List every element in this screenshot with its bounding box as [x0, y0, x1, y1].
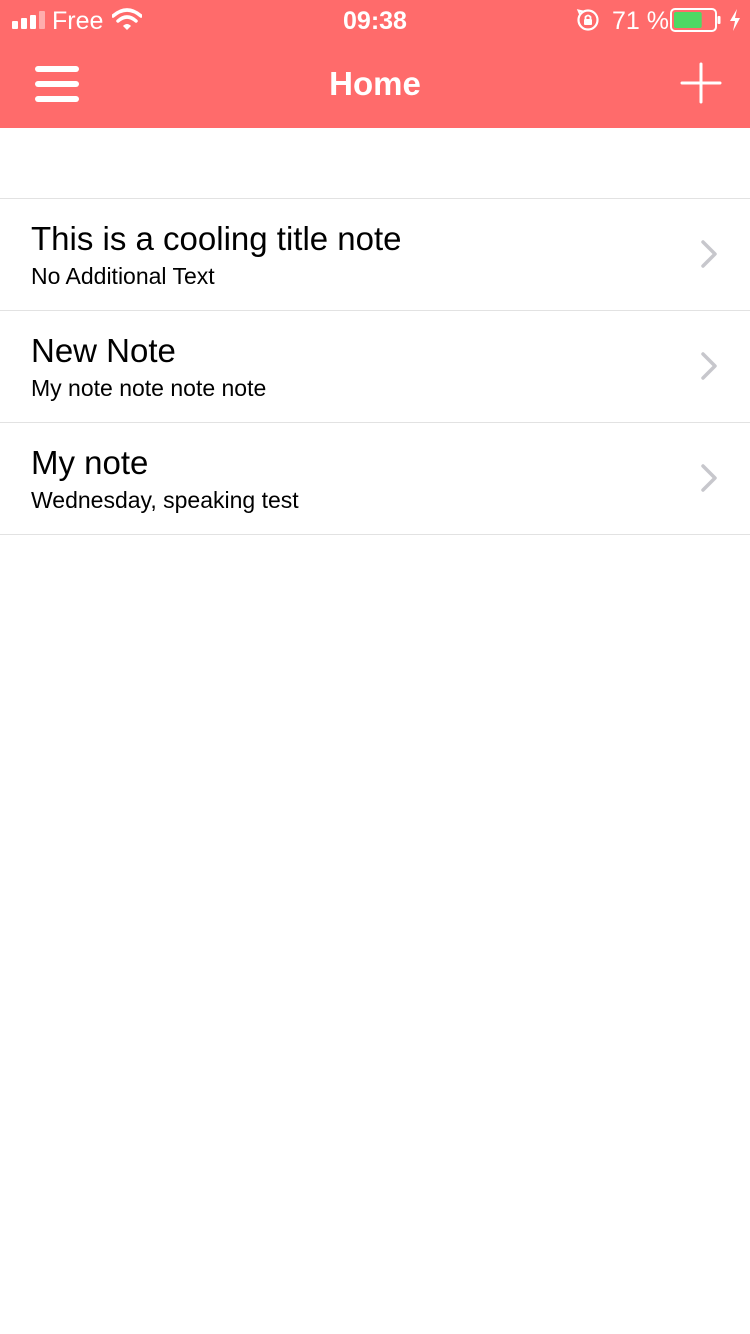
plus-icon[interactable]: [680, 62, 722, 104]
chevron-right-icon: [701, 240, 717, 268]
note-subtitle: No Additional Text: [31, 263, 215, 289]
battery-percent: 71 %: [612, 7, 669, 35]
note-subtitle: Wednesday, speaking test: [31, 487, 299, 513]
chevron-right-icon: [701, 352, 717, 380]
note-title: My note: [31, 444, 149, 481]
note-row[interactable]: My note Wednesday, speaking test: [0, 423, 750, 535]
note-subtitle: My note note note note: [31, 375, 267, 401]
note-title: This is a cooling title note: [31, 220, 402, 257]
note-row[interactable]: New Note My note note note note: [0, 311, 750, 423]
notes-list: This is a cooling title note No Addition…: [0, 198, 750, 535]
battery-icon: [670, 8, 721, 32]
orientation-lock-icon: [576, 9, 599, 31]
battery-level-fill: [674, 12, 702, 28]
page-title: Home: [329, 65, 421, 102]
app-header: Free 09:38 71 % Home: [0, 0, 750, 128]
navigation-bar: Home: [0, 40, 750, 128]
note-title: New Note: [31, 332, 176, 369]
chevron-right-icon: [701, 464, 717, 492]
status-bar: Free 09:38 71 %: [0, 0, 750, 40]
note-row[interactable]: This is a cooling title note No Addition…: [0, 199, 750, 311]
charging-icon: [730, 9, 740, 31]
